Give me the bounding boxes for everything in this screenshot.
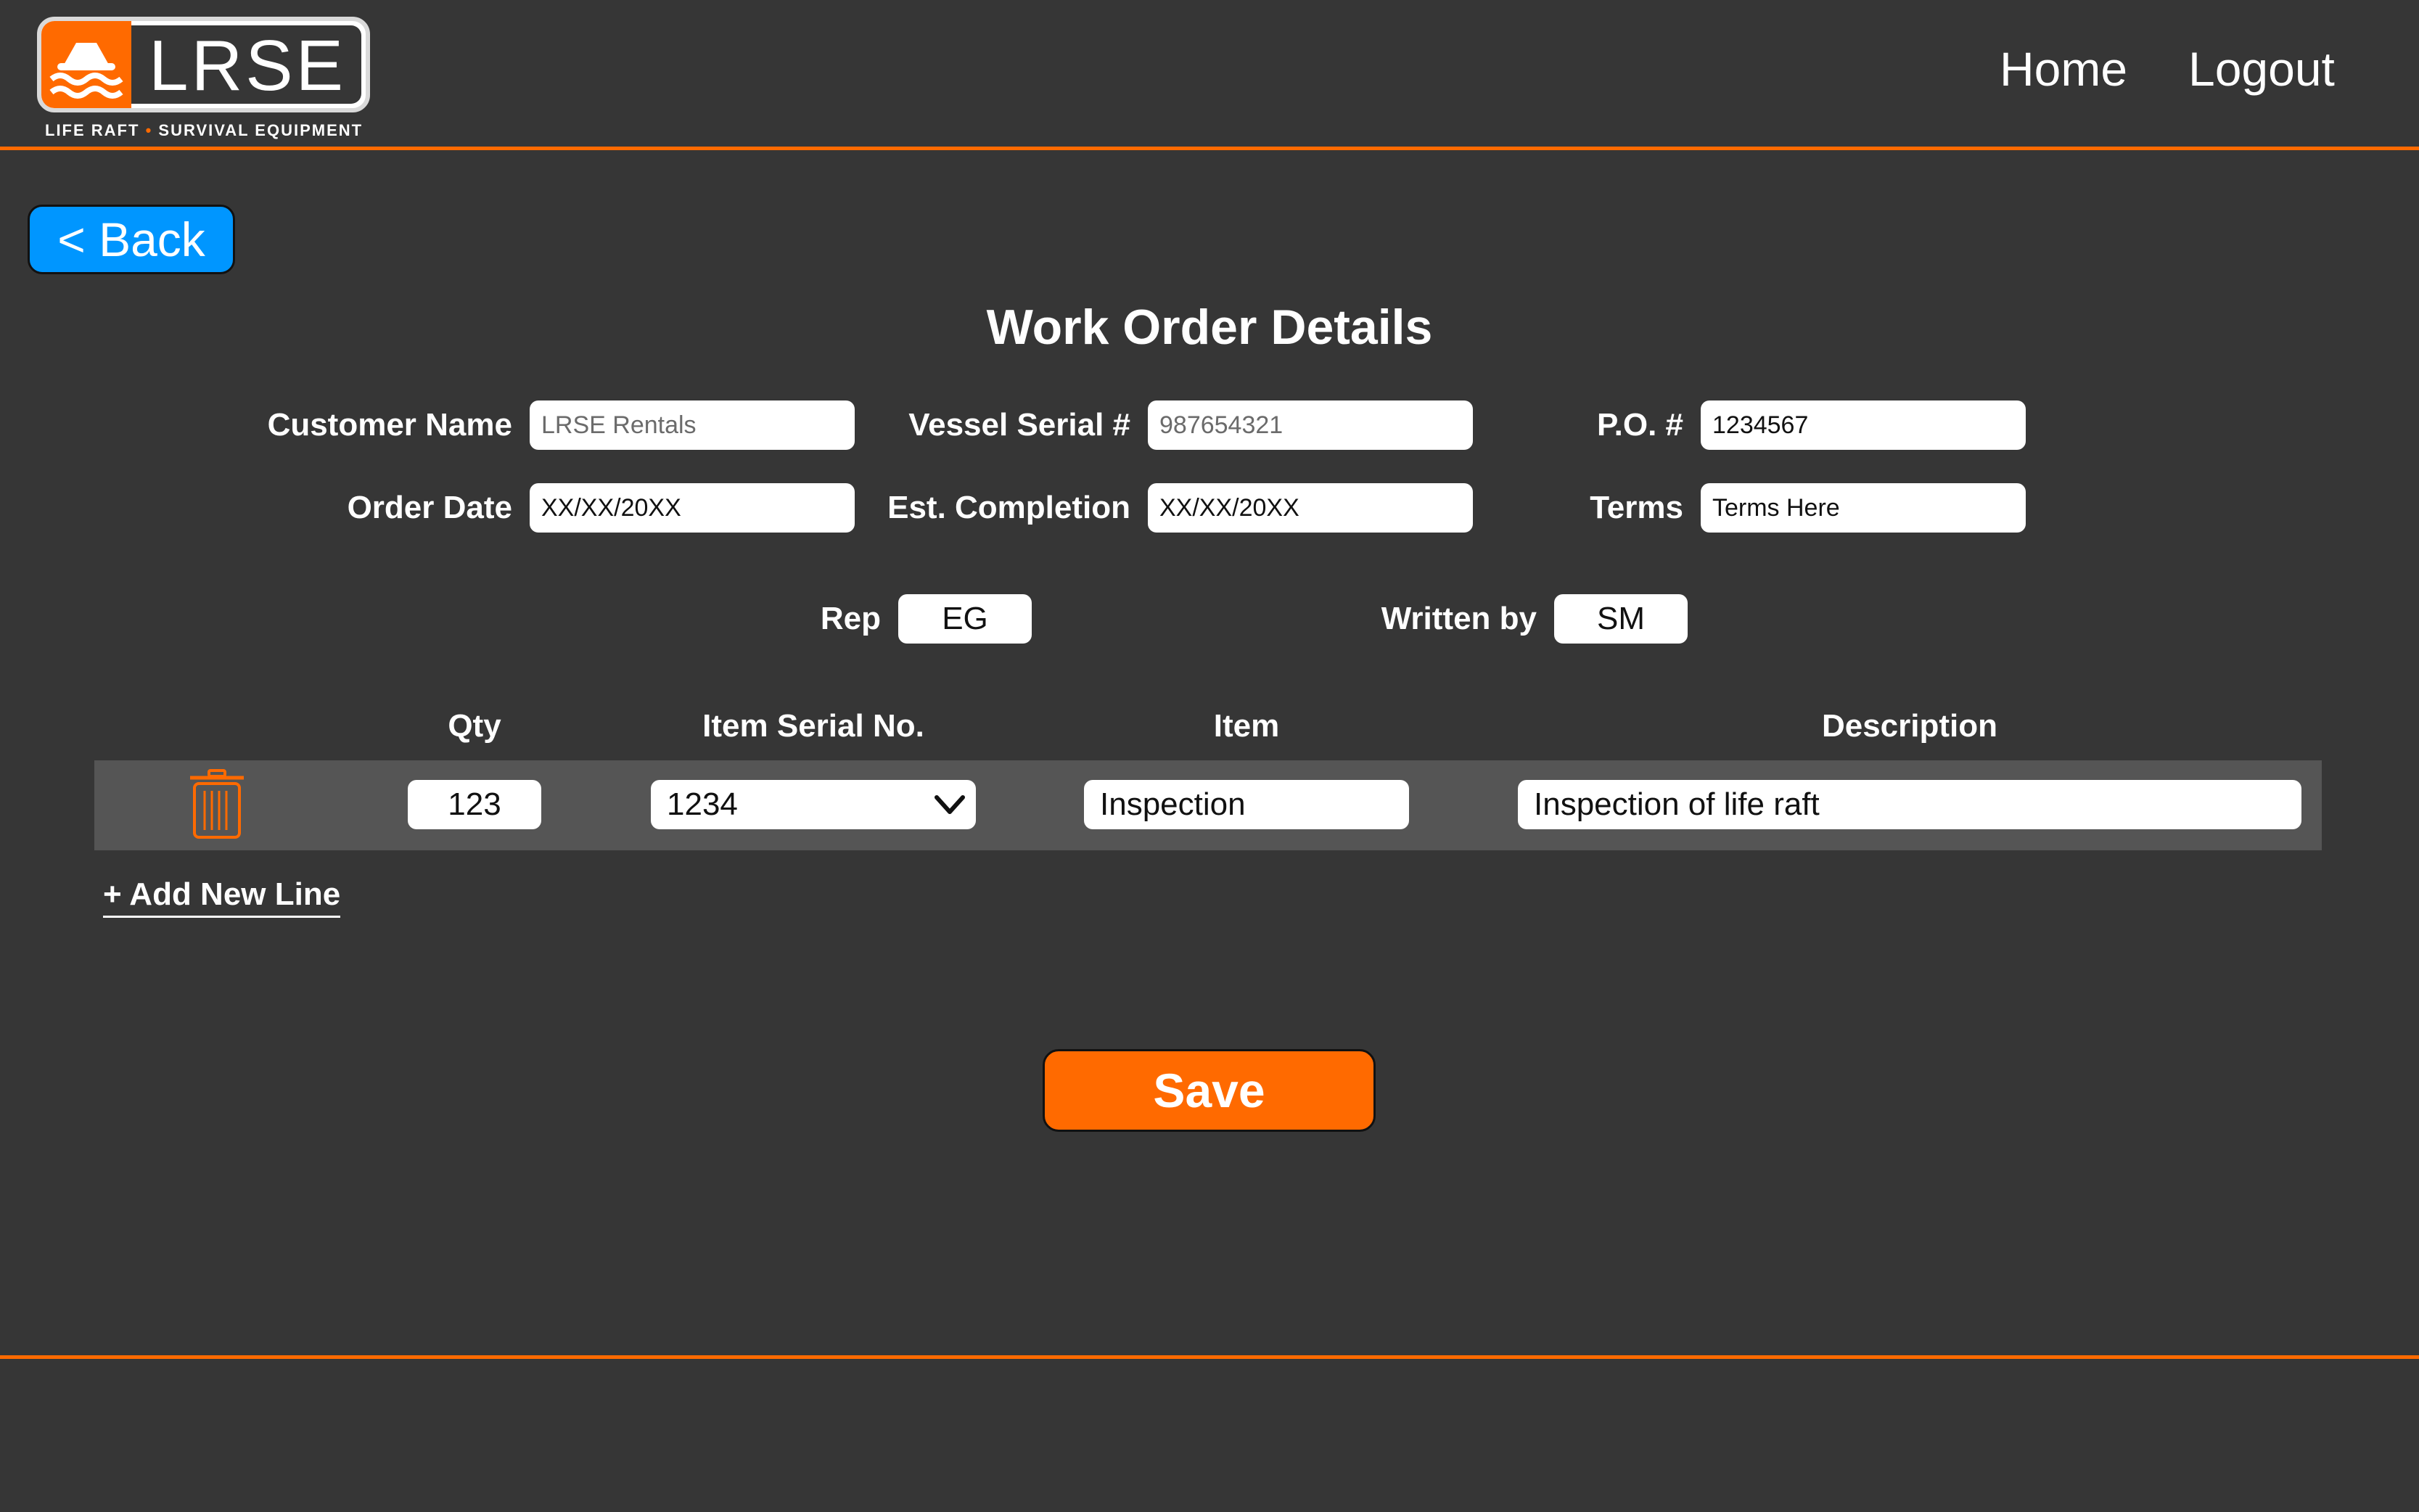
customer-name-input[interactable]: LRSE Rentals <box>530 400 855 450</box>
tagline-left: LIFE RAFT <box>45 121 140 139</box>
po-input[interactable]: 1234567 <box>1701 400 2026 450</box>
column-header-item: Item <box>1213 708 1280 744</box>
page-title: Work Order Details <box>986 300 1433 355</box>
written-by-label: Written by <box>1381 601 1537 636</box>
customer-name-label: Customer Name <box>267 407 512 443</box>
footer-divider <box>0 1355 2419 1359</box>
rep-label: Rep <box>820 601 881 636</box>
column-header-description: Description <box>1821 708 1998 744</box>
header-divider <box>0 147 2419 150</box>
add-new-line-link[interactable]: + Add New Line <box>103 876 341 918</box>
terms-input[interactable]: Terms Here <box>1701 483 2026 533</box>
po-label: P.O. # <box>1596 407 1683 443</box>
logo-tagline: LIFE RAFT • SURVIVAL EQUIPMENT <box>45 121 363 140</box>
qty-input[interactable]: 123 <box>408 780 541 829</box>
chevron-down-icon <box>935 795 965 814</box>
item-input[interactable]: Inspection <box>1084 780 1409 829</box>
tagline-separator: • <box>145 121 153 139</box>
vessel-serial-label: Vessel Serial # <box>908 407 1130 443</box>
life-raft-icon <box>49 43 123 99</box>
description-input[interactable]: Inspection of life raft <box>1518 780 2301 829</box>
logo-mark <box>41 21 131 108</box>
nav-logout-link[interactable]: Logout <box>2188 45 2335 93</box>
written-by-input[interactable]: SM <box>1554 594 1688 644</box>
delete-row-button[interactable] <box>187 768 247 840</box>
est-completion-input[interactable]: XX/XX/20XX <box>1148 483 1473 533</box>
column-header-serial: Item Serial No. <box>702 708 924 744</box>
trash-icon <box>190 769 244 839</box>
logo[interactable]: LRSE <box>37 17 370 112</box>
item-serial-value: 1234 <box>667 786 738 822</box>
terms-label: Terms <box>1590 490 1683 525</box>
order-date-input[interactable]: XX/XX/20XX <box>530 483 855 533</box>
tagline-right: SURVIVAL EQUIPMENT <box>158 121 364 139</box>
nav-home-link[interactable]: Home <box>2000 45 2127 93</box>
back-button[interactable]: < Back <box>28 205 235 274</box>
est-completion-label: Est. Completion <box>887 490 1130 525</box>
vessel-serial-input[interactable]: 987654321 <box>1148 400 1473 450</box>
column-header-qty: Qty <box>448 708 501 744</box>
rep-input[interactable]: EG <box>898 594 1032 644</box>
item-serial-select[interactable]: 1234 <box>651 780 976 829</box>
logo-wordmark: LRSE <box>149 25 347 105</box>
save-button[interactable]: Save <box>1043 1049 1376 1132</box>
order-date-label: Order Date <box>347 490 512 525</box>
